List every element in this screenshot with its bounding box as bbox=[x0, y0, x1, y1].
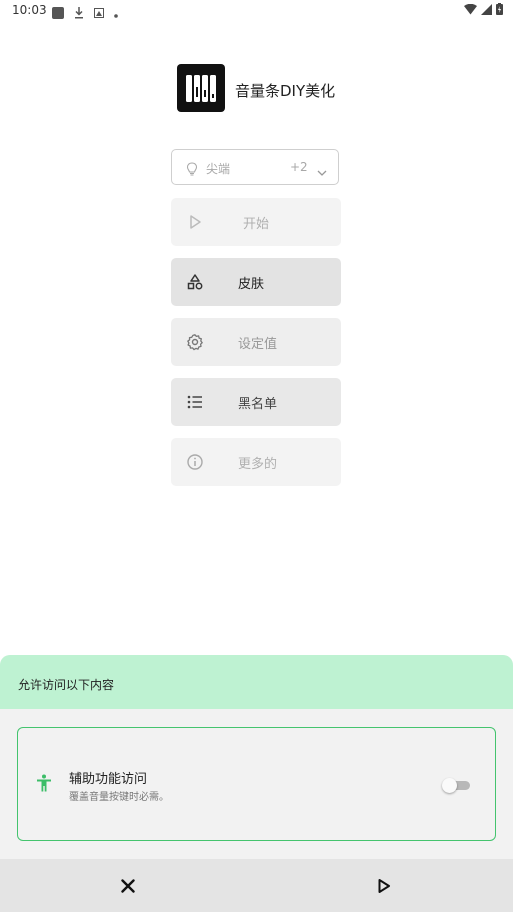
sheet-footer bbox=[0, 859, 513, 912]
selector-count-badge: +2 bbox=[290, 160, 308, 174]
permission-description: 覆盖音量按键时必需。 bbox=[69, 792, 169, 803]
settings-label: 设定值 bbox=[238, 337, 278, 352]
sheet-header: 允许访问以下内容 bbox=[0, 655, 513, 709]
status-time: 10:03 bbox=[12, 3, 47, 17]
more-label: 更多的 bbox=[238, 457, 278, 472]
shapes-icon bbox=[186, 273, 204, 291]
tip-icon bbox=[186, 161, 198, 180]
permission-bottom-sheet: 允许访问以下内容 辅助功能访问 覆盖音量按键时必需。 bbox=[0, 655, 513, 912]
wifi-icon bbox=[464, 3, 477, 14]
notification-icons bbox=[52, 3, 118, 22]
list-icon bbox=[186, 393, 204, 411]
accessibility-permission-item[interactable]: 辅助功能访问 覆盖音量按键时必需。 bbox=[17, 727, 496, 841]
skin-label: 皮肤 bbox=[238, 277, 265, 292]
start-label: 开始 bbox=[243, 217, 270, 232]
more-button[interactable]: 更多的 bbox=[171, 438, 341, 486]
blacklist-button[interactable]: 黑名单 bbox=[171, 378, 341, 426]
selector-label: 尖端 bbox=[206, 162, 231, 176]
blacklist-label: 黑名单 bbox=[238, 397, 278, 412]
close-button[interactable] bbox=[119, 877, 137, 895]
next-button[interactable] bbox=[375, 877, 393, 895]
app-title: 音量条DIY美化 bbox=[235, 82, 336, 100]
image-notification-icon bbox=[94, 3, 104, 22]
accessibility-toggle[interactable] bbox=[442, 778, 470, 793]
accessibility-icon bbox=[36, 774, 52, 796]
battery-icon bbox=[496, 3, 503, 15]
play-icon bbox=[186, 213, 204, 231]
app-notification-icon bbox=[52, 6, 64, 19]
style-selector-dropdown[interactable]: 尖端 +2 bbox=[171, 149, 339, 185]
start-button[interactable]: 开始 bbox=[171, 198, 341, 246]
close-icon bbox=[121, 879, 135, 893]
download-icon bbox=[74, 6, 84, 19]
gear-icon bbox=[186, 333, 204, 351]
app-logo bbox=[177, 64, 225, 112]
info-icon bbox=[186, 453, 204, 471]
skin-button[interactable]: 皮肤 bbox=[171, 258, 341, 306]
sheet-title: 允许访问以下内容 bbox=[18, 678, 115, 692]
signal-icon bbox=[481, 3, 492, 15]
toggle-knob bbox=[442, 778, 457, 793]
system-icons bbox=[464, 3, 503, 15]
play-arrow-icon bbox=[378, 879, 390, 893]
settings-button[interactable]: 设定值 bbox=[171, 318, 341, 366]
status-bar: 10:03 bbox=[0, 0, 513, 22]
permission-title: 辅助功能访问 bbox=[69, 772, 148, 787]
more-notifications-dot bbox=[114, 3, 118, 22]
chevron-down-icon bbox=[317, 162, 327, 181]
